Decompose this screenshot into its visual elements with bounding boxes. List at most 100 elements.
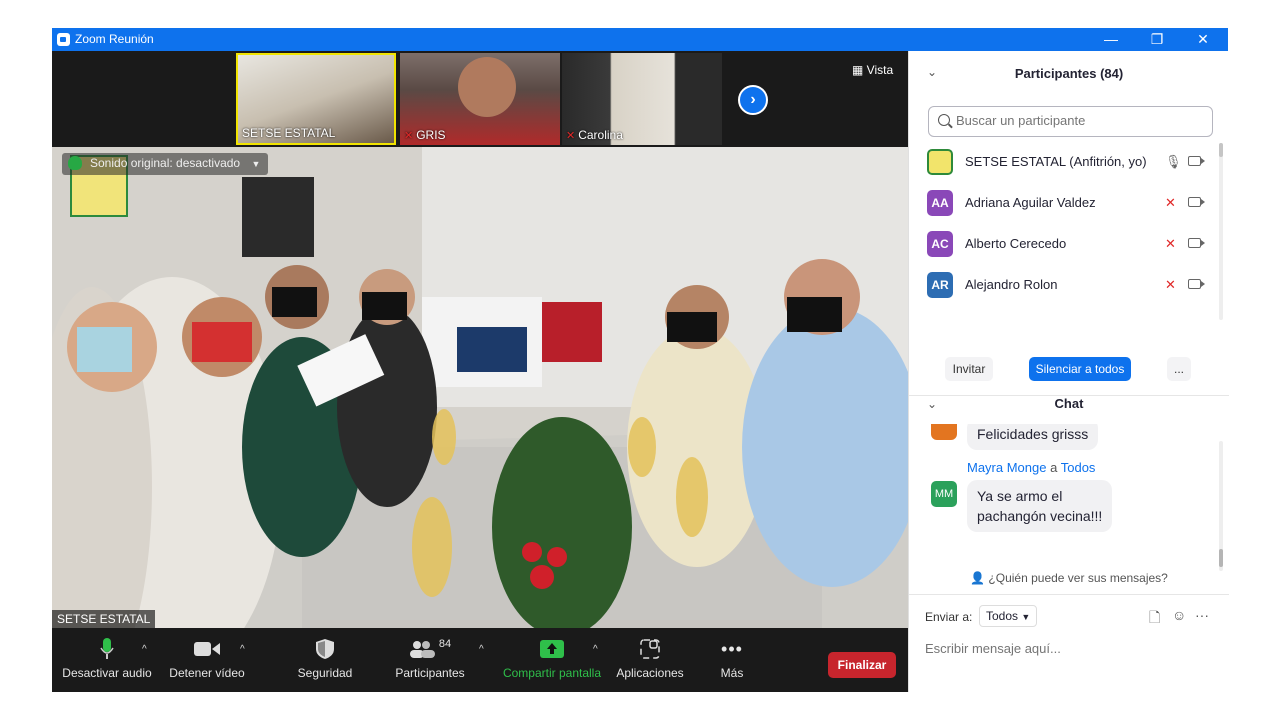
message-line: pachangón vecina!!! (977, 508, 1103, 524)
chat-sender: Mayra Monge a Todos (967, 460, 1095, 475)
participant-row[interactable]: AR Alejandro Rolon ✕ (909, 264, 1219, 305)
chat-messages: Felicidades grisss Mayra Monge a Todos M… (909, 424, 1229, 572)
participant-row[interactable]: AC Alberto Cerecedo ✕ (909, 223, 1219, 264)
zoom-logo-icon (57, 33, 70, 46)
who-can-see-label: ¿Quién puede ver sus mensajes? (988, 571, 1168, 585)
send-to-select[interactable]: Todos ▼ (979, 605, 1038, 627)
share-label: Compartir pantalla (502, 666, 602, 680)
participant-list-scrollbar[interactable] (1219, 143, 1223, 320)
camera-icon[interactable] (1188, 197, 1205, 207)
video-label: Detener vídeo (169, 666, 245, 680)
more-label: Más (720, 666, 744, 680)
more-dots-icon[interactable]: ··· (1195, 607, 1209, 623)
video-thumb-gris[interactable]: ✕ GRIS (400, 53, 560, 145)
zoom-window: Zoom Reunión — ❐ ✕ SETSE ESTATAL ✕ GRIS ✕… (52, 28, 1229, 692)
audio-options-caret[interactable]: ^ (142, 644, 147, 655)
participant-row[interactable]: AA Adriana Aguilar Valdez ✕ (909, 182, 1219, 223)
share-options-caret[interactable]: ^ (593, 644, 598, 655)
more-button[interactable]: ••• Más (712, 636, 752, 681)
sender-to-word: a (1050, 460, 1058, 475)
original-sound-indicator[interactable]: Sonido original: desactivado ▼ (62, 153, 269, 175)
sender-name: Mayra Monge (967, 460, 1047, 475)
participant-list: SETSE ESTATAL (Anfitrión, yo) 🎙 AA Adria… (909, 141, 1229, 348)
participants-title: Participantes (84) (1014, 66, 1124, 81)
main-video: Sonido original: desactivado ▼ SETSE EST… (52, 147, 908, 628)
view-label: Vista (866, 63, 894, 77)
minimize-button[interactable]: — (1088, 28, 1134, 51)
scrollbar-thumb[interactable] (1219, 143, 1223, 157)
participant-name: Adriana Aguilar Valdez (965, 195, 1096, 210)
scrollbar-thumb[interactable] (1219, 549, 1223, 567)
participant-row[interactable]: SETSE ESTATAL (Anfitrión, yo) 🎙 (909, 141, 1219, 182)
security-button[interactable]: Seguridad (288, 636, 362, 680)
microphone-icon[interactable]: 🎙 (1165, 154, 1182, 170)
apps-button[interactable]: Aplicaciones (612, 636, 688, 680)
apps-icon (612, 636, 688, 662)
thumb-name: SETSE ESTATAL (242, 126, 336, 140)
participant-name: Alberto Cerecedo (965, 236, 1067, 251)
participants-count: 84 (438, 638, 452, 650)
audio-button[interactable]: Desactivar audio (62, 636, 152, 680)
camera-icon[interactable] (1188, 279, 1205, 289)
maximize-button[interactable]: ❐ (1134, 28, 1180, 51)
participants-more-button[interactable]: ... (1167, 357, 1191, 381)
sender-avatar: MM (931, 481, 957, 507)
search-input[interactable] (956, 113, 1206, 128)
chat-scrollbar[interactable] (1219, 441, 1223, 571)
thumbnail-strip: SETSE ESTATAL ✕ GRIS ✕ Carolina › ▦ Vista (52, 51, 908, 147)
view-button[interactable]: ▦ Vista (852, 63, 893, 77)
invite-button[interactable]: Invitar (945, 357, 993, 381)
participant-avatar: AC (927, 231, 953, 257)
active-speaker-name: SETSE ESTATAL (52, 610, 156, 628)
message-line: Ya se armo el (977, 488, 1063, 504)
muted-mic-icon[interactable]: ✕ (1165, 195, 1176, 211)
participant-avatar: AR (927, 272, 953, 298)
participant-avatar (927, 149, 953, 175)
chat-header: ⌄ Chat (909, 384, 1229, 424)
chat-message: Ya se armo el pachangón vecina!!! (967, 480, 1113, 532)
muted-mic-icon: ✕ (566, 130, 576, 142)
panel-divider (909, 594, 1229, 595)
shield-icon (288, 636, 362, 662)
participants-label: Participantes (395, 666, 465, 680)
participant-face (458, 57, 516, 117)
grid-icon: ▦ (852, 63, 867, 77)
share-screen-icon (502, 636, 602, 662)
mute-all-button[interactable]: Silenciar a todos (1029, 357, 1131, 381)
file-icon[interactable]: 🗋 (1149, 607, 1160, 631)
meeting-toolbar: Desactivar audio ^ Detener vídeo ^ Segur… (52, 628, 908, 692)
video-options-caret[interactable]: ^ (240, 644, 245, 655)
share-screen-button[interactable]: Compartir pantalla (502, 636, 602, 680)
camera-icon[interactable] (1188, 156, 1205, 166)
end-meeting-button[interactable]: Finalizar (828, 652, 896, 678)
video-thumb-carolina[interactable]: ✕ Carolina (562, 53, 722, 145)
video-button[interactable]: Detener vídeo (164, 636, 250, 680)
sender-avatar (931, 424, 957, 440)
next-page-button[interactable]: › (738, 85, 768, 115)
chat-message: Felicidades grisss (967, 424, 1099, 450)
participant-search[interactable] (928, 106, 1213, 137)
video-stage: SETSE ESTATAL ✕ GRIS ✕ Carolina › ▦ Vista (52, 51, 908, 692)
search-icon (938, 114, 950, 126)
who-can-see-link[interactable]: 👤 ¿Quién puede ver sus mensajes? (909, 571, 1229, 585)
participant-avatar: AA (927, 190, 953, 216)
thumb-name: Carolina (578, 128, 623, 142)
emoji-icon[interactable]: ☺ (1172, 607, 1186, 623)
muted-mic-icon[interactable]: ✕ (1165, 236, 1176, 252)
video-thumb-setse[interactable]: SETSE ESTATAL (236, 53, 396, 145)
send-to-value: Todos (986, 609, 1019, 623)
person-info-icon: 👤 (970, 571, 989, 585)
muted-mic-icon[interactable]: ✕ (1165, 277, 1176, 293)
participants-button[interactable]: 84 Participantes (392, 636, 468, 680)
chat-message-input[interactable] (925, 641, 1215, 656)
original-sound-label: Sonido original: desactivado (90, 156, 241, 170)
close-button[interactable]: ✕ (1180, 28, 1226, 51)
camera-icon[interactable] (1188, 238, 1205, 248)
microphone-icon (62, 636, 152, 662)
meeting-scene (52, 147, 908, 628)
shield-check-icon (68, 156, 82, 170)
chevron-down-icon: ▼ (1021, 612, 1031, 622)
side-panel: ⌄ Participantes (84) SETSE ESTATAL (Anfi… (908, 51, 1229, 692)
participant-name: Alejandro Rolon (965, 277, 1058, 292)
participants-options-caret[interactable]: ^ (479, 644, 484, 655)
